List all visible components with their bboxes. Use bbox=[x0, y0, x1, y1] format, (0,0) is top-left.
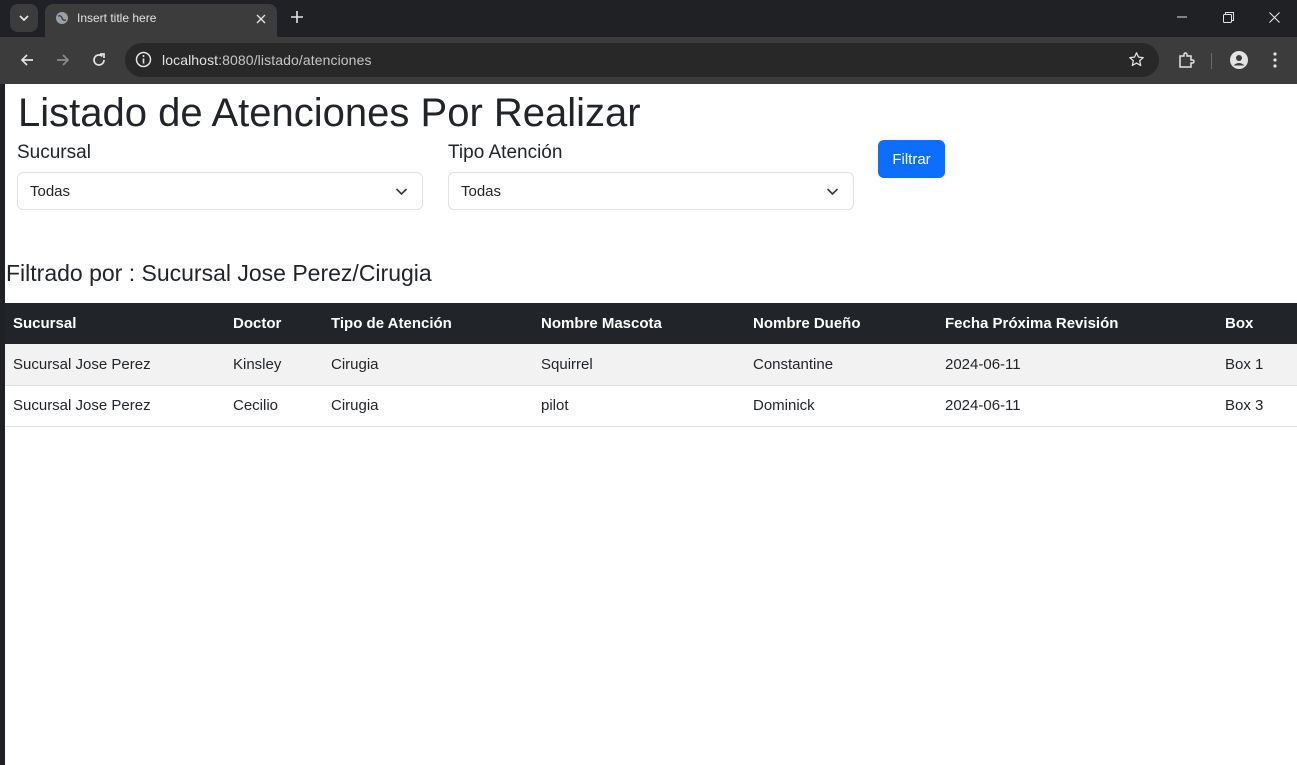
window-close-button[interactable] bbox=[1251, 0, 1297, 34]
back-icon bbox=[20, 54, 33, 66]
cell-tipo-atencion: Cirugia bbox=[323, 344, 533, 386]
toolbar-separator bbox=[1211, 53, 1212, 69]
header-sucursal: Sucursal bbox=[5, 303, 225, 344]
header-doctor: Doctor bbox=[225, 303, 323, 344]
minimize-icon bbox=[1177, 16, 1187, 18]
cell-box: Box 3 bbox=[1217, 385, 1297, 427]
plus-icon bbox=[291, 11, 303, 23]
close-icon bbox=[256, 14, 266, 24]
cell-fecha: 2024-06-11 bbox=[937, 385, 1217, 427]
extensions-icon bbox=[1179, 52, 1195, 68]
cell-sucursal: Sucursal Jose Perez bbox=[5, 344, 225, 386]
sucursal-label: Sucursal bbox=[17, 142, 91, 163]
browser-toolbar: localhost:8080/listado/atenciones bbox=[0, 37, 1297, 84]
tab-search-button[interactable] bbox=[10, 4, 38, 32]
browser-tab[interactable]: Insert title here bbox=[45, 4, 277, 37]
cell-box: Box 1 bbox=[1217, 344, 1297, 386]
header-nombre-mascota: Nombre Mascota bbox=[533, 303, 745, 344]
cell-nombre-mascota: Squirrel bbox=[533, 344, 745, 386]
sucursal-select-value: Todas bbox=[30, 183, 71, 200]
url-path: :8080/listado/atenciones bbox=[218, 52, 372, 68]
tab-title: Insert title here bbox=[77, 11, 157, 25]
header-nombre-dueno: Nombre Dueño bbox=[745, 303, 937, 344]
header-box: Box bbox=[1217, 303, 1297, 344]
url-host: localhost bbox=[162, 52, 219, 68]
reload-button[interactable] bbox=[85, 46, 113, 74]
chevron-down-icon bbox=[395, 188, 408, 196]
header-fecha-proxima-revision: Fecha Próxima Revisión bbox=[937, 303, 1217, 344]
star-icon[interactable] bbox=[1128, 51, 1145, 68]
address-bar[interactable]: localhost:8080/listado/atenciones bbox=[125, 43, 1159, 77]
cell-nombre-dueno: Constantine bbox=[745, 344, 937, 386]
forward-button[interactable] bbox=[49, 46, 77, 74]
page-content: Listado de Atenciones Por Realizar Sucur… bbox=[5, 84, 1297, 765]
tab-strip: Insert title here bbox=[0, 0, 1297, 37]
cell-nombre-mascota: pilot bbox=[533, 385, 745, 427]
restore-icon bbox=[1222, 11, 1234, 23]
back-button[interactable] bbox=[13, 46, 41, 74]
minimize-button[interactable] bbox=[1159, 0, 1205, 34]
extensions-button[interactable] bbox=[1172, 46, 1200, 74]
menu-icon bbox=[1273, 52, 1277, 68]
tipo-atencion-label: Tipo Atención bbox=[448, 142, 563, 163]
url-text: localhost:8080/listado/atenciones bbox=[162, 52, 372, 68]
tab-search-icon bbox=[19, 15, 29, 22]
cell-doctor: Kinsley bbox=[225, 344, 323, 386]
window-close-icon bbox=[1268, 11, 1280, 23]
filtrar-button[interactable]: Filtrar bbox=[878, 140, 945, 178]
atenciones-table: Sucursal Doctor Tipo de Atención Nombre … bbox=[5, 303, 1297, 427]
cell-sucursal: Sucursal Jose Perez bbox=[5, 385, 225, 427]
page-title: Listado de Atenciones Por Realizar bbox=[18, 91, 641, 135]
filter-status: Filtrado por : Sucursal Jose Perez/Cirug… bbox=[6, 260, 432, 286]
cell-doctor: Cecilio bbox=[225, 385, 323, 427]
reload-icon bbox=[93, 53, 105, 66]
tipo-atencion-select[interactable]: Todas bbox=[448, 172, 854, 210]
table-header-row: Sucursal Doctor Tipo de Atención Nombre … bbox=[5, 303, 1297, 344]
new-tab-button[interactable] bbox=[286, 6, 308, 28]
tipo-atencion-select-value: Todas bbox=[461, 183, 502, 200]
info-icon[interactable] bbox=[135, 51, 152, 68]
profile-button[interactable] bbox=[1225, 46, 1253, 74]
cell-nombre-dueno: Dominick bbox=[745, 385, 937, 427]
table-row: Sucursal Jose Perez Kinsley Cirugia Squi… bbox=[5, 344, 1297, 386]
tab-close-button[interactable] bbox=[253, 11, 269, 27]
cell-tipo-atencion: Cirugia bbox=[323, 385, 533, 427]
profile-icon bbox=[1230, 51, 1248, 69]
menu-button[interactable] bbox=[1261, 46, 1289, 74]
forward-icon bbox=[57, 54, 70, 66]
globe-icon bbox=[56, 12, 68, 24]
restore-button[interactable] bbox=[1205, 0, 1251, 34]
header-tipo-atencion: Tipo de Atención bbox=[323, 303, 533, 344]
table-row: Sucursal Jose Perez Cecilio Cirugia pilo… bbox=[5, 385, 1297, 427]
chevron-down-icon bbox=[826, 188, 839, 196]
cell-fecha: 2024-06-11 bbox=[937, 344, 1217, 386]
sucursal-select[interactable]: Todas bbox=[17, 172, 423, 210]
